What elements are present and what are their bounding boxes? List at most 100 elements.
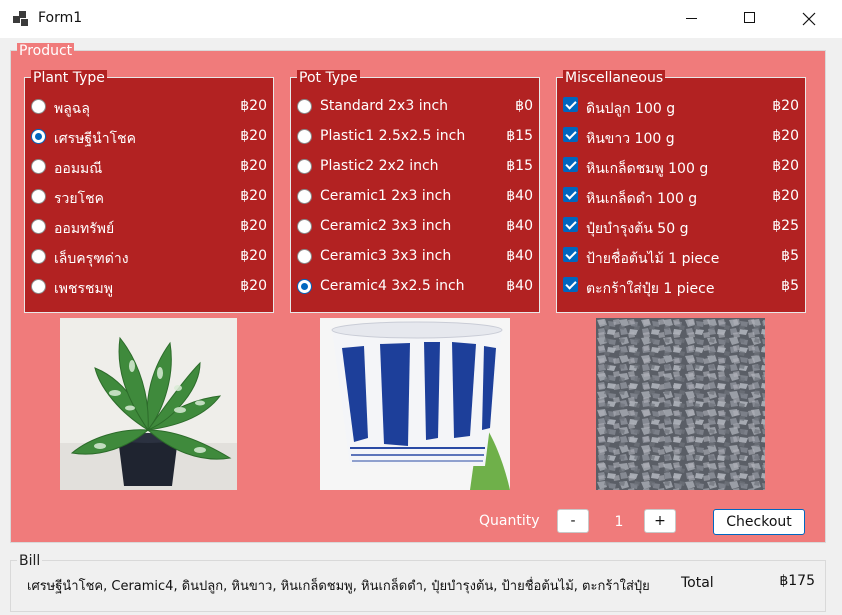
radio-icon[interactable] — [31, 159, 46, 174]
misc-option-label: หินเกล็ดดำ 100 g — [586, 191, 698, 207]
misc-option[interactable]: หินเกล็ดชมพู 100 g ฿20 — [563, 156, 799, 178]
bill-panel: Bill เศรษฐีนำโชค, Ceramic4, ดินปลูก, หิน… — [10, 553, 826, 612]
plant-type-option[interactable]: ออมทรัพย์ ฿20 — [31, 216, 267, 238]
bill-items: เศรษฐีนำโชค, Ceramic4, ดินปลูก, หินขาว, … — [27, 579, 650, 594]
plant-type-group: Plant Type พลูฉลุ ฿20 เศรษฐีนำโชค ฿20 ออมมณี… — [24, 70, 274, 313]
radio-icon[interactable] — [297, 129, 312, 144]
stones-image — [596, 318, 765, 490]
pot-type-option-label: Ceramic1 2x3 inch — [320, 188, 452, 204]
misc-legend: Miscellaneous — [563, 70, 666, 86]
checkbox-checked-icon[interactable] — [563, 157, 578, 172]
misc-option-label: ดินปลูก 100 g — [586, 101, 676, 117]
close-icon — [802, 12, 816, 26]
radio-selected-icon[interactable] — [297, 279, 312, 294]
quantity-label: Quantity — [479, 513, 540, 529]
misc-option[interactable]: หินเกล็ดดำ 100 g ฿20 — [563, 186, 799, 208]
radio-icon[interactable] — [297, 189, 312, 204]
misc-option-label: ป้ายชื่อต้นไม้ 1 piece — [586, 251, 720, 267]
plant-image — [60, 318, 237, 490]
pot-type-option-price: ฿40 — [506, 188, 533, 204]
radio-icon[interactable] — [31, 189, 46, 204]
pot-type-option-label: Ceramic4 3x2.5 inch — [320, 278, 465, 294]
misc-option[interactable]: ป้ายชื่อต้นไม้ 1 piece ฿5 — [563, 246, 799, 268]
checkbox-checked-icon[interactable] — [563, 127, 578, 142]
plant-type-option[interactable]: เศรษฐีนำโชค ฿20 — [31, 126, 267, 148]
misc-option[interactable]: ปุ๋ยบำรุงต้น 50 g ฿25 — [563, 216, 799, 238]
checkbox-checked-icon[interactable] — [563, 247, 578, 262]
plant-type-option-price: ฿20 — [240, 158, 267, 174]
misc-option-price: ฿25 — [772, 218, 799, 234]
plant-type-option[interactable]: เพชรชมพู ฿20 — [31, 276, 267, 298]
plant-type-option-label: ออมทรัพย์ — [54, 221, 115, 237]
misc-option-label: ปุ๋ยบำรุงต้น 50 g — [586, 221, 689, 237]
plant-type-option[interactable]: ออมมณี ฿20 — [31, 156, 267, 178]
pot-type-option[interactable]: Standard 2x3 inch ฿0 — [297, 96, 533, 118]
misc-option-price: ฿20 — [772, 188, 799, 204]
radio-icon[interactable] — [297, 249, 312, 264]
misc-option-price: ฿20 — [772, 128, 799, 144]
close-button[interactable] — [780, 0, 838, 38]
misc-option-price: ฿20 — [772, 98, 799, 114]
pot-image — [320, 318, 510, 490]
radio-icon[interactable] — [31, 99, 46, 114]
misc-option-label: หินขาว 100 g — [586, 131, 675, 147]
pot-type-option-label: Standard 2x3 inch — [320, 98, 449, 114]
bill-legend: Bill — [17, 553, 43, 569]
checkbox-checked-icon[interactable] — [563, 97, 578, 112]
misc-option[interactable]: หินขาว 100 g ฿20 — [563, 126, 799, 148]
radio-icon[interactable] — [297, 219, 312, 234]
title-bar: Form1 — [0, 0, 842, 38]
plant-type-option-label: เศรษฐีนำโชค — [54, 131, 136, 147]
plant-type-option-price: ฿20 — [240, 218, 267, 234]
app-icon — [13, 11, 29, 27]
pot-type-option-label: Plastic2 2x2 inch — [320, 158, 439, 174]
misc-option[interactable]: ตะกร้าใส่ปุ๋ย 1 piece ฿5 — [563, 276, 799, 298]
radio-icon[interactable] — [31, 279, 46, 294]
radio-icon[interactable] — [31, 219, 46, 234]
radio-icon[interactable] — [31, 249, 46, 264]
minimize-button[interactable] — [662, 0, 720, 38]
quantity-increment-button[interactable]: + — [644, 509, 676, 533]
misc-option-price: ฿5 — [781, 278, 799, 294]
plant-type-option[interactable]: เล็บครุฑด่าง ฿20 — [31, 246, 267, 268]
plant-type-option-label: ออมมณี — [54, 161, 103, 177]
checkout-button[interactable]: Checkout — [713, 509, 805, 535]
pot-type-option-price: ฿15 — [506, 158, 533, 174]
quantity-value: 1 — [614, 514, 624, 530]
plant-type-legend: Plant Type — [31, 70, 107, 86]
product-panel: Product Plant Type พลูฉลุ ฿20 เศรษฐีนำโชค฿… — [10, 43, 826, 543]
misc-option-label: หินเกล็ดชมพู 100 g — [586, 161, 709, 177]
pot-type-option[interactable]: Ceramic3 3x3 inch ฿40 — [297, 246, 533, 268]
plant-type-option-price: ฿20 — [240, 188, 267, 204]
plant-type-option[interactable]: พลูฉลุ ฿20 — [31, 96, 267, 118]
window-title: Form1 — [38, 10, 83, 26]
bill-total-label: Total — [681, 575, 714, 591]
pot-type-option-price: ฿40 — [506, 278, 533, 294]
plant-type-option-label: รวยโชค — [54, 191, 104, 207]
pot-type-option[interactable]: Plastic2 2x2 inch ฿15 — [297, 156, 533, 178]
plant-type-option-label: พลูฉลุ — [54, 101, 90, 117]
pot-type-option-label: Ceramic2 3x3 inch — [320, 218, 452, 234]
pot-type-option[interactable]: Plastic1 2.5x2.5 inch ฿15 — [297, 126, 533, 148]
pot-type-option[interactable]: Ceramic1 2x3 inch ฿40 — [297, 186, 533, 208]
plant-type-option-label: เพชรชมพู — [54, 281, 113, 297]
checkbox-checked-icon[interactable] — [563, 187, 578, 202]
pot-type-option[interactable]: Ceramic4 3x2.5 inch ฿40 — [297, 276, 533, 298]
pot-type-option-price: ฿0 — [515, 98, 533, 114]
pot-type-legend: Pot Type — [297, 70, 360, 86]
minimize-icon — [686, 18, 697, 19]
radio-icon[interactable] — [297, 159, 312, 174]
maximize-button[interactable] — [720, 0, 778, 38]
plant-type-option[interactable]: รวยโชค ฿20 — [31, 186, 267, 208]
misc-option-price: ฿5 — [781, 248, 799, 264]
checkbox-checked-icon[interactable] — [563, 277, 578, 292]
checkbox-checked-icon[interactable] — [563, 217, 578, 232]
radio-icon[interactable] — [297, 99, 312, 114]
quantity-decrement-button[interactable]: - — [557, 509, 589, 533]
misc-option[interactable]: ดินปลูก 100 g ฿20 — [563, 96, 799, 118]
pot-type-option-price: ฿40 — [506, 218, 533, 234]
pot-type-option[interactable]: Ceramic2 3x3 inch ฿40 — [297, 216, 533, 238]
pot-type-option-label: Plastic1 2.5x2.5 inch — [320, 128, 466, 144]
pot-type-option-price: ฿15 — [506, 128, 533, 144]
radio-selected-icon[interactable] — [31, 129, 46, 144]
